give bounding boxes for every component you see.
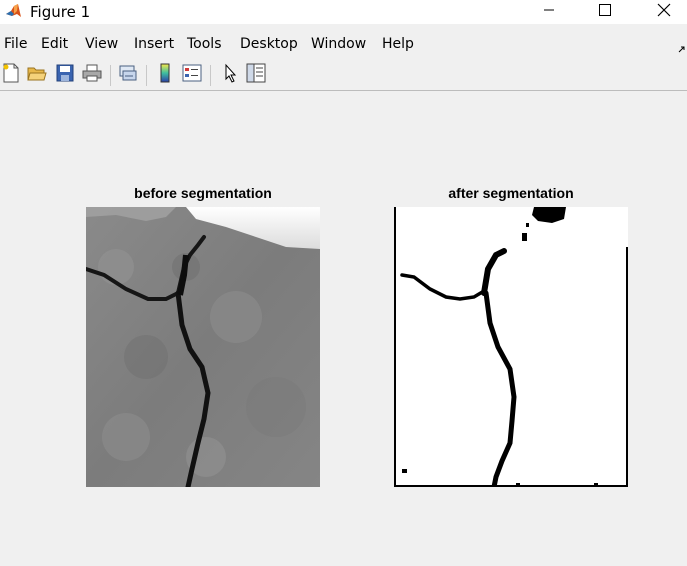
figure-toolbar xyxy=(0,60,687,91)
edit-plot-icon xyxy=(223,63,237,88)
before-segmentation-image xyxy=(84,207,320,490)
minimize-button[interactable] xyxy=(526,0,572,24)
save-button[interactable] xyxy=(54,64,76,86)
axes-title-after: after segmentation xyxy=(448,185,574,201)
print-icon xyxy=(82,64,102,87)
menu-edit[interactable]: Edit xyxy=(41,36,68,52)
toolbar-separator xyxy=(110,65,111,86)
maximize-button[interactable] xyxy=(582,0,628,24)
toolbar-separator xyxy=(146,65,147,86)
open-file-icon xyxy=(27,64,47,87)
after-segmentation-image xyxy=(394,207,628,490)
property-inspector-icon xyxy=(246,63,266,88)
menu-desktop[interactable]: Desktop xyxy=(240,36,298,52)
menu-bar: File Edit View Insert Tools Desktop Wind… xyxy=(0,33,687,57)
window-titlebar: Figure 1 xyxy=(0,0,687,24)
menu-dock-arrow-icon[interactable] xyxy=(678,41,686,59)
window-title: Figure 1 xyxy=(30,3,91,21)
axes-title-before: before segmentation xyxy=(134,185,272,201)
menu-insert[interactable]: Insert xyxy=(134,36,174,52)
minimize-icon xyxy=(543,3,555,21)
print-button[interactable] xyxy=(81,64,103,86)
link-plot-icon xyxy=(118,64,138,87)
new-figure-button[interactable] xyxy=(0,63,22,88)
new-figure-icon xyxy=(2,63,20,88)
edit-plot-button[interactable] xyxy=(219,63,241,88)
toolbar-separator xyxy=(210,65,211,86)
insert-legend-icon xyxy=(182,64,202,87)
maximize-icon xyxy=(599,3,611,21)
open-file-button[interactable] xyxy=(26,64,48,86)
menu-window[interactable]: Window xyxy=(311,36,366,52)
save-icon xyxy=(56,64,74,87)
insert-colorbar-button[interactable] xyxy=(154,63,176,88)
matlab-logo-icon xyxy=(5,3,22,20)
insert-legend-button[interactable] xyxy=(181,64,203,86)
close-icon xyxy=(657,3,671,22)
menu-tools[interactable]: Tools xyxy=(187,36,222,52)
menu-view[interactable]: View xyxy=(85,36,118,52)
close-button[interactable] xyxy=(641,0,687,24)
link-plot-button[interactable] xyxy=(117,64,139,86)
menu-help[interactable]: Help xyxy=(382,36,414,52)
insert-colorbar-icon xyxy=(158,63,172,88)
menu-file[interactable]: File xyxy=(4,36,27,52)
property-inspector-button[interactable] xyxy=(245,63,267,88)
